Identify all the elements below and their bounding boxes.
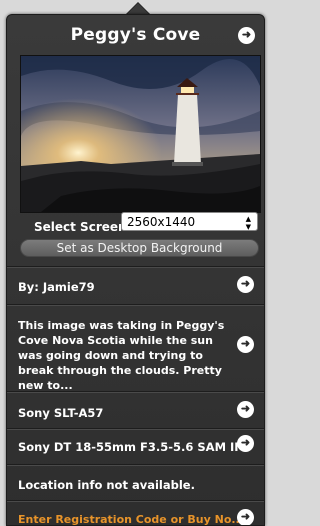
divider xyxy=(7,391,264,393)
divider xyxy=(7,500,264,502)
screen-resolution-select[interactable]: 2560x1440 ▲ ▼ xyxy=(121,212,258,231)
author-label[interactable]: By: Jamie79 xyxy=(18,280,95,294)
divider xyxy=(7,428,264,430)
photo-description: This image was taking in Peggy's Cove No… xyxy=(18,319,225,392)
description-arrow-icon[interactable]: ➜ xyxy=(237,336,254,353)
popover-caret xyxy=(127,3,149,14)
divider xyxy=(7,266,264,268)
screen-resolution-value: 2560x1440 xyxy=(127,215,196,229)
location-info: Location info not available. xyxy=(18,478,195,492)
camera-arrow-icon[interactable]: ➜ xyxy=(237,401,254,418)
divider xyxy=(7,464,264,466)
photo-info-panel: Peggy's Cove ➜ Select Screen 2560x1440 ▲… xyxy=(6,14,265,526)
photo-title: Peggy's Cove xyxy=(70,25,201,45)
camera-model[interactable]: Sony SLT-A57 xyxy=(18,406,103,420)
set-desktop-background-button[interactable]: Set as Desktop Background xyxy=(20,239,259,257)
title-arrow-icon[interactable]: ➜ xyxy=(238,27,255,44)
registration-arrow-icon[interactable]: ➜ xyxy=(237,509,254,525)
author-arrow-icon[interactable]: ➜ xyxy=(237,276,254,293)
lens-arrow-icon[interactable]: ➜ xyxy=(237,435,254,452)
divider xyxy=(7,304,264,306)
lens-model[interactable]: Sony DT 18-55mm F3.5-5.6 SAM II xyxy=(18,440,239,454)
photo-preview xyxy=(20,55,261,213)
registration-link[interactable]: Enter Registration Code or Buy No... xyxy=(18,513,244,525)
select-screen-label: Select Screen xyxy=(34,220,127,234)
updown-icon: ▲ ▼ xyxy=(245,215,251,231)
